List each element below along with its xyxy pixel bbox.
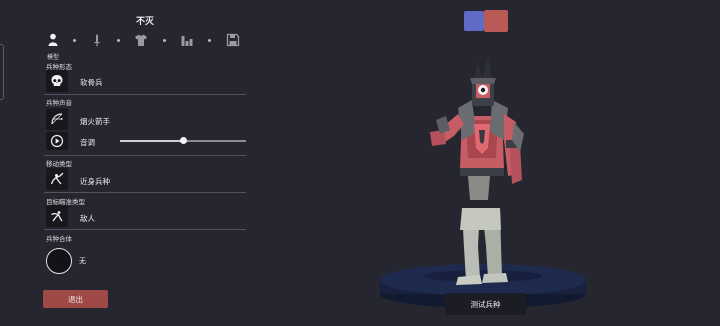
merge-unit-slot[interactable] <box>46 248 72 274</box>
unit-name: 不灭 <box>135 17 154 27</box>
bow-icon <box>51 113 63 125</box>
side-panel-handle[interactable] <box>0 44 4 100</box>
unit-editor-panel: 不灭 模型 兵种形态 软骨兵 兵种声音 烟火箭手 音调 移动类型 近身兵种 目标… <box>42 0 248 326</box>
skull-icon <box>51 75 63 86</box>
bar-chart-icon <box>181 36 193 46</box>
movement-section-label: 移动类型 <box>46 160 72 168</box>
pitch-slider-handle[interactable] <box>179 137 187 144</box>
volume-row: 音调 <box>46 132 106 154</box>
merge-value: 无 <box>79 257 86 265</box>
voice-value: 烟火箭手 <box>80 117 110 126</box>
unit-model <box>430 56 524 285</box>
form-value: 软骨兵 <box>80 78 103 87</box>
play-icon <box>50 134 64 148</box>
save-icon <box>226 33 240 47</box>
tab-clothing[interactable] <box>133 32 149 48</box>
play-voice-button[interactable] <box>46 132 68 150</box>
targeting-value: 敌人 <box>80 214 95 223</box>
melee-icon <box>50 172 64 185</box>
voice-section-label: 兵种声音 <box>46 99 72 107</box>
voice-icon-box <box>46 108 68 130</box>
form-icon-box <box>46 70 68 92</box>
divider <box>44 229 246 230</box>
volume-label: 音调 <box>80 138 95 147</box>
movement-icon-box <box>46 168 68 190</box>
divider <box>44 192 246 193</box>
targeting-selector[interactable]: 敌人 <box>46 205 196 227</box>
voice-selector[interactable]: 烟火箭手 <box>46 108 196 130</box>
target-icon <box>51 211 63 222</box>
unit-preview[interactable] <box>370 40 600 326</box>
tab-save[interactable] <box>225 32 241 48</box>
tab-model[interactable] <box>45 32 61 48</box>
form-selector[interactable]: 软骨兵 <box>46 70 196 92</box>
merge-section-label: 兵种合体 <box>46 235 72 243</box>
team-color-red-swatch[interactable] <box>484 10 508 32</box>
divider <box>44 155 246 156</box>
pitch-slider[interactable] <box>120 137 246 144</box>
test-unit-button[interactable]: 测试兵种 <box>445 293 526 315</box>
person-icon <box>48 33 58 46</box>
targeting-icon-box <box>46 205 68 227</box>
tab-stats[interactable] <box>179 32 195 48</box>
team-color-blue-swatch[interactable] <box>464 11 484 31</box>
exit-button[interactable]: 退出 <box>43 290 108 308</box>
shirt-icon <box>135 34 147 46</box>
pitch-slider-fill <box>120 140 183 142</box>
movement-value: 近身兵种 <box>80 177 110 186</box>
sword-icon <box>94 34 100 47</box>
editor-tabs <box>42 32 248 52</box>
tab-model-caption: 模型 <box>47 54 60 61</box>
tab-weapons[interactable] <box>89 32 105 48</box>
divider <box>44 94 246 95</box>
movement-selector[interactable]: 近身兵种 <box>46 168 196 190</box>
